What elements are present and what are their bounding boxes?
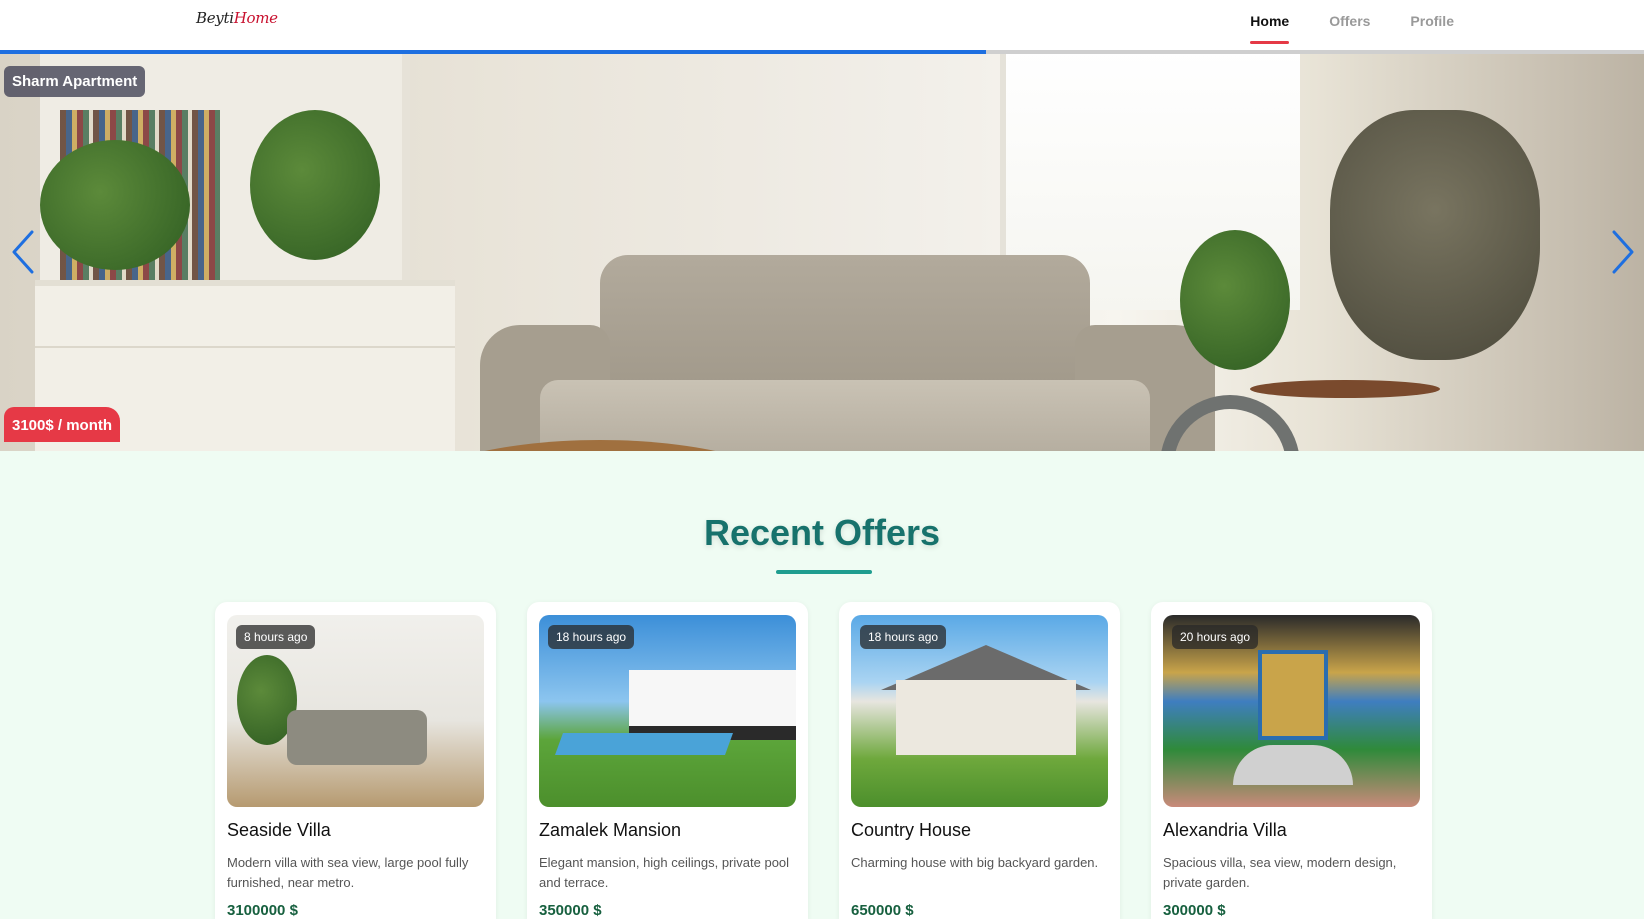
brand-logo[interactable]: BeytiHome [196,9,278,27]
offer-image[interactable]: 18 hours ago [539,615,796,807]
carousel-prev-button[interactable] [8,228,38,276]
offer-description: Modern villa with sea view, large pool f… [227,855,469,890]
nav-link-home[interactable]: Home [1250,0,1289,50]
hero-scene-plant [1180,230,1290,370]
time-badge: 18 hours ago [860,625,947,649]
time-badge: 18 hours ago [548,625,635,649]
carousel-next-button[interactable] [1608,228,1638,276]
nav-link-profile[interactable]: Profile [1410,0,1454,50]
section-title: Recent Offers [703,512,941,553]
time-badge: 8 hours ago [236,625,316,649]
offer-card[interactable]: 20 hours ago Alexandria Villa Spacious v… [1151,602,1432,919]
offer-price: 650000 $ [851,902,914,919]
hero-scene-side-table [1250,380,1440,398]
brand-part1: Beyti [196,9,234,27]
nav-link-offers[interactable]: Offers [1329,0,1370,50]
offer-description: Elegant mansion, high ceilings, private … [539,855,790,890]
offer-card[interactable]: 18 hours ago Country House Charming hous… [839,602,1120,919]
offer-image[interactable]: 8 hours ago [227,615,484,807]
hero-scene-plant [40,140,190,270]
time-badge: 20 hours ago [1172,625,1259,649]
hero-scene-hanging-pot [1330,110,1540,360]
slide-progress-bar [0,50,1644,54]
offer-card[interactable]: 18 hours ago Zamalek Mansion Elegant man… [527,602,808,919]
nav-links: Home Offers Profile [1250,0,1454,50]
hero-carousel [0,50,1644,451]
offer-price: 300000 $ [1163,902,1226,919]
slide-progress-fill [0,50,987,54]
offer-title[interactable]: Seaside Villa [227,820,331,841]
hero-scene-plant [250,110,380,260]
offer-card[interactable]: 8 hours ago Seaside Villa Modern villa w… [215,602,496,919]
hero-price-tag: 3100$ / month [4,407,121,442]
offer-title[interactable]: Zamalek Mansion [539,820,681,841]
offer-image[interactable]: 20 hours ago [1163,615,1420,807]
section-title-underline [776,570,872,574]
offers-list: 8 hours ago Seaside Villa Modern villa w… [215,602,1432,919]
offer-description: Spacious villa, sea view, modern design,… [1163,855,1397,890]
offer-title[interactable]: Country House [851,820,971,841]
offer-price: 350000 $ [539,902,602,919]
chevron-right-icon [1612,230,1634,274]
hero-title: Sharm Apartment [4,66,146,97]
offer-price: 3100000 $ [227,902,298,919]
chevron-left-icon [12,230,34,274]
offer-image[interactable]: 18 hours ago [851,615,1108,807]
navbar: BeytiHome Home Offers Profile [0,0,1644,50]
offer-description: Charming house with big backyard garden. [851,855,1099,870]
brand-part2: Home [233,9,278,27]
offer-title[interactable]: Alexandria Villa [1163,820,1287,841]
